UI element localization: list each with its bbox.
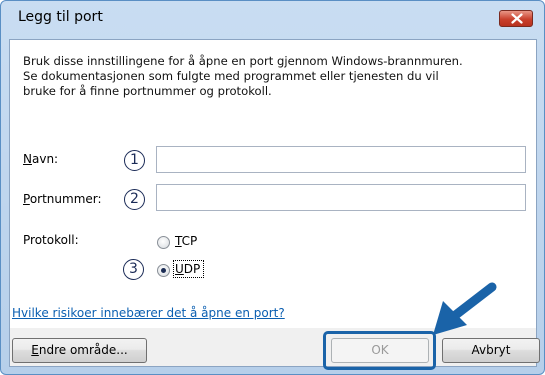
cancel-button[interactable]: Avbryt (442, 338, 540, 363)
step-marker-2: 2 (124, 189, 145, 210)
dialog-window: Legg til port Bruk disse innstillingene … (0, 0, 545, 375)
step-marker-3: 3 (123, 259, 144, 280)
tcp-radio-label[interactable]: TCP (175, 234, 197, 248)
description-line: bruke for å finne portnummer og protokol… (23, 84, 272, 98)
change-scope-button[interactable]: Endre område... (12, 338, 147, 363)
name-field[interactable] (156, 146, 526, 173)
window-title: Legg til port (18, 9, 103, 25)
radio-selected-dot (161, 268, 166, 273)
description-line: Se dokumentasjonen som fulgte med progra… (23, 69, 439, 83)
tcp-radio[interactable] (157, 236, 170, 249)
port-number-label: Portnummer: (23, 192, 102, 206)
name-label: Navn: (23, 152, 59, 166)
step-marker-1: 1 (124, 150, 145, 171)
close-button[interactable] (499, 10, 533, 27)
title-bar[interactable]: Legg til port (1, 1, 544, 39)
annotation-arrow-icon (433, 282, 497, 335)
ok-button[interactable]: OK (331, 338, 429, 363)
udp-radio[interactable] (157, 264, 170, 277)
port-number-field[interactable] (156, 184, 526, 211)
description-line: Bruk disse innstillingene for å åpne en … (23, 54, 463, 68)
port-risk-help-link[interactable]: Hvilke risikoer innebærer det å åpne en … (12, 306, 285, 320)
protocol-label: Protokoll: (23, 233, 79, 247)
description-text: Bruk disse innstillingene for å åpne en … (23, 54, 523, 99)
close-icon (511, 13, 523, 24)
udp-radio-label[interactable]: UDP (175, 262, 200, 276)
